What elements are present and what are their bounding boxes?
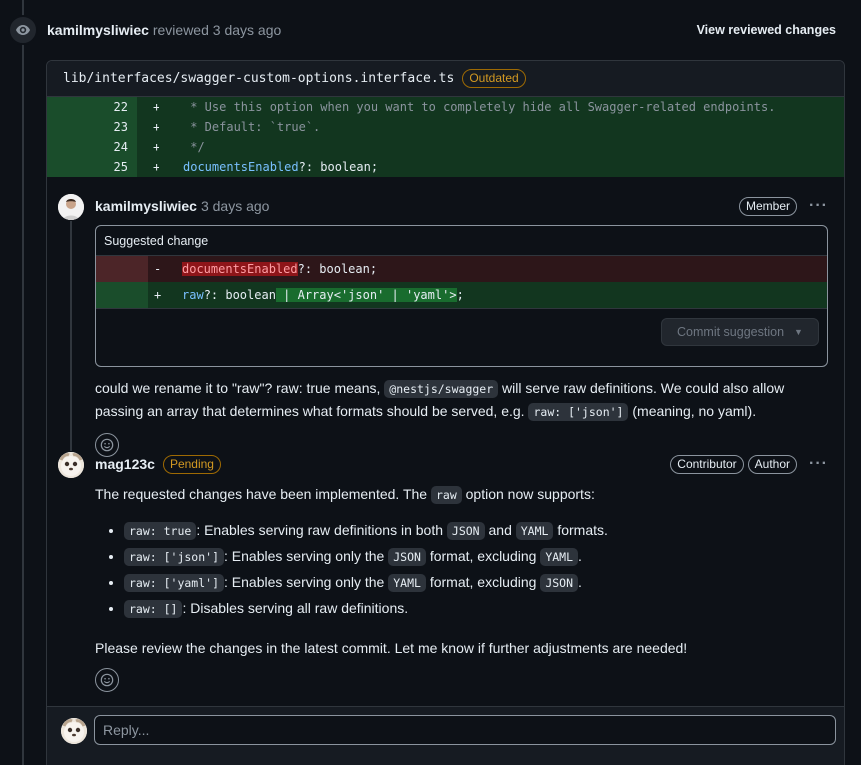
comment-closing: Please review the changes in the latest … xyxy=(95,640,688,656)
member-badge: Member xyxy=(739,196,798,216)
review-comment: kamilmysliwiec 3 days ago Member ··· Sug… xyxy=(47,177,844,457)
avatar[interactable] xyxy=(58,452,84,478)
diff-sign: + xyxy=(137,97,160,117)
list-item: raw: true: Enables serving raw definitio… xyxy=(124,518,828,544)
author-badge: Author xyxy=(747,454,798,474)
removed-line: - documentsEnabled?: boolean; xyxy=(96,256,827,282)
diff-line: 22 + * Use this option when you want to … xyxy=(47,97,844,117)
review-thread: lib/interfaces/swagger-custom-options.in… xyxy=(46,60,845,765)
diff-code: documentsEnabled?: boolean; xyxy=(159,157,844,177)
comment-author[interactable]: mag123c xyxy=(95,456,155,472)
review-summary: kamilmysliwiec reviewed 3 days ago xyxy=(47,22,281,38)
inline-code: @nestjs/swagger xyxy=(384,380,499,398)
added-highlight: | Array<'json' | 'yaml'> xyxy=(275,288,457,302)
list-item: raw: ['yaml']: Enables serving only the … xyxy=(124,570,828,596)
diff-sign: + xyxy=(148,282,182,308)
pending-badge: Pending xyxy=(162,454,221,474)
eye-icon xyxy=(8,15,38,45)
list-item: raw: []: Disables serving all raw defini… xyxy=(124,596,828,622)
line-number: 22 xyxy=(47,97,137,117)
diff-line: 23 + * Default: `true`. xyxy=(47,117,844,137)
diff-sign: + xyxy=(137,157,160,177)
timeline-line xyxy=(22,0,24,765)
commit-suggestion-button[interactable]: Commit suggestion ▼ xyxy=(661,318,819,346)
diff-code: */ xyxy=(159,137,844,157)
inline-code: raw xyxy=(430,486,462,504)
comment-author[interactable]: kamilmysliwiec xyxy=(95,198,197,214)
diff-context: 22 + * Use this option when you want to … xyxy=(47,97,844,177)
diff-sign: + xyxy=(137,117,160,137)
contributor-badge: Contributor xyxy=(670,454,744,474)
review-author[interactable]: kamilmysliwiec xyxy=(47,22,149,38)
diff-code: raw?: boolean | Array<'json' | 'yaml'>; xyxy=(182,282,827,308)
comment-body: The requested changes have been implemen… xyxy=(95,486,595,504)
line-number: 24 xyxy=(47,137,137,157)
options-list: raw: true: Enables serving raw definitio… xyxy=(95,518,828,622)
line-number: 23 xyxy=(47,117,137,137)
file-path[interactable]: lib/interfaces/swagger-custom-options.in… xyxy=(63,71,454,86)
diff-sign: + xyxy=(137,137,160,157)
comment-header: kamilmysliwiec 3 days ago Member ··· xyxy=(95,195,828,217)
list-item: raw: ['json']: Enables serving only the … xyxy=(124,544,828,570)
add-reaction-button[interactable] xyxy=(95,668,119,692)
diff-code: * Default: `true`. xyxy=(159,117,844,137)
diff-code: * Use this option when you want to compl… xyxy=(159,97,844,117)
comment-header: mag123c Pending Contributor Author ··· xyxy=(95,453,828,475)
added-line: + raw?: boolean | Array<'json' | 'yaml'>… xyxy=(96,282,827,308)
code-property: documentsEnabled xyxy=(183,160,299,174)
diff-line: 25 + documentsEnabled?: boolean; xyxy=(47,157,844,177)
review-action: reviewed xyxy=(152,22,209,38)
suggested-change-header: Suggested change xyxy=(96,226,827,256)
more-options-icon[interactable]: ··· xyxy=(809,197,828,215)
avatar xyxy=(61,718,87,744)
caret-down-icon: ▼ xyxy=(794,327,803,337)
diff-sign: - xyxy=(148,256,182,282)
review-time[interactable]: 3 days ago xyxy=(213,22,282,38)
file-header: lib/interfaces/swagger-custom-options.in… xyxy=(47,61,844,97)
comment-time[interactable]: 3 days ago xyxy=(201,198,270,214)
line-number: 25 xyxy=(47,157,137,177)
code-rest: ?: boolean; xyxy=(298,160,379,174)
thread-connector xyxy=(70,221,72,451)
comment-body: could we rename it to "raw"? raw: true m… xyxy=(95,380,785,421)
inline-code: raw: ['json'] xyxy=(528,403,629,421)
review-header: kamilmysliwiec reviewed 3 days ago View … xyxy=(8,14,848,46)
suggestion-footer: Commit suggestion ▼ xyxy=(96,308,827,366)
outdated-badge: Outdated xyxy=(462,69,526,88)
review-comment: mag123c Pending Contributor Author ··· T… xyxy=(47,445,844,692)
diff-line: 24 + */ xyxy=(47,137,844,157)
reply-input[interactable]: Reply... xyxy=(94,715,836,745)
reply-bar: Reply... xyxy=(47,706,844,765)
view-reviewed-changes-link[interactable]: View reviewed changes xyxy=(697,23,836,37)
removed-highlight: documentsEnabled xyxy=(182,262,298,276)
suggested-change: Suggested change - documentsEnabled?: bo… xyxy=(95,225,828,367)
more-options-icon[interactable]: ··· xyxy=(809,455,828,473)
diff-code: documentsEnabled?: boolean; xyxy=(182,256,827,282)
avatar[interactable] xyxy=(58,194,84,220)
smiley-icon xyxy=(100,673,114,687)
